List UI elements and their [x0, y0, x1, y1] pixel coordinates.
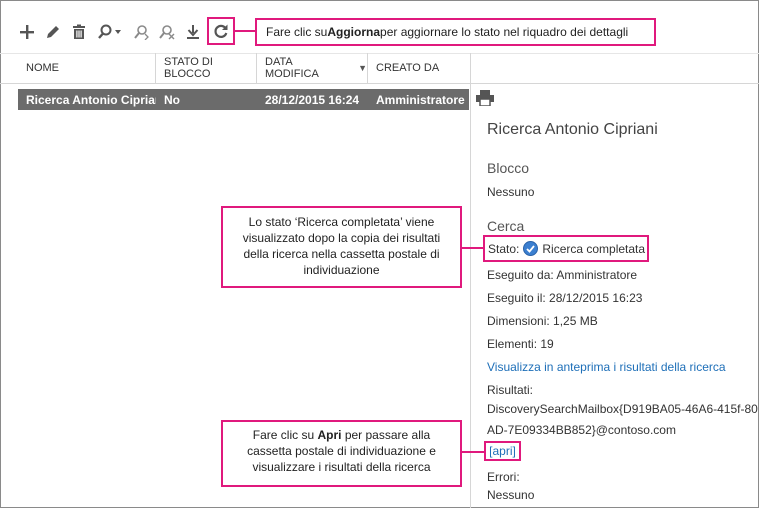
run-on: Eseguito il: 28/12/2015 16:23 — [487, 291, 643, 305]
errors-value: Nessuno — [487, 488, 535, 502]
sort-desc-icon: ▼ — [358, 63, 367, 73]
details-title: Ricerca Antonio Cipriani — [487, 121, 658, 138]
search-section-heading: Cerca — [487, 218, 525, 234]
column-header-name[interactable]: NOME — [18, 53, 156, 83]
cell-modified: 28/12/2015 16:24 — [265, 92, 360, 107]
run-by: Eseguito da: Amministratore — [487, 268, 638, 282]
callout-text: per aggiornare lo stato nel riquadro dei… — [380, 25, 629, 39]
items-count: Elementi: 19 — [487, 337, 554, 351]
status-label: Stato: — [488, 241, 520, 256]
preview-results-link[interactable]: Visualizza in anteprima i risultati dell… — [487, 360, 726, 374]
column-header-hold-status[interactable]: STATO DI BLOCCO — [156, 53, 257, 83]
results-mailbox-line2: AD-7E09334BB852}@contoso.com — [487, 423, 676, 437]
toolbar — [14, 18, 206, 46]
cell-name: Ricerca Antonio Cipriani — [26, 92, 156, 107]
pane-divider — [470, 53, 471, 508]
callout-connector — [462, 247, 483, 249]
results-label: Risultati: — [487, 383, 534, 397]
check-icon — [523, 241, 539, 256]
table-row[interactable]: Ricerca Antonio Cipriani No 28/12/2015 1… — [18, 89, 469, 110]
estimate-icon[interactable] — [128, 18, 154, 46]
cell-hold: No — [164, 92, 180, 107]
refresh-button[interactable] — [207, 17, 235, 45]
refresh-icon — [214, 24, 228, 38]
column-header-created-by[interactable]: CREATO DA — [368, 53, 470, 83]
edit-icon[interactable] — [40, 18, 66, 46]
add-icon[interactable] — [14, 18, 40, 46]
hold-value: Nessuno — [487, 185, 535, 199]
refresh-callout: Fare clic su Aggiorna per aggiornare lo … — [255, 18, 656, 46]
cell-created-by: Amministratore — [376, 92, 465, 107]
column-header-modified[interactable]: DATA MODIFICA ▼ — [257, 53, 368, 83]
divider — [0, 83, 759, 84]
open-link[interactable]: [apri] — [484, 441, 521, 461]
size: Dimensioni: 1,25 MB — [487, 314, 598, 328]
errors-label: Errori: — [487, 470, 520, 484]
callout-connector — [462, 451, 484, 453]
hold-section-heading: Blocco — [487, 160, 530, 176]
stop-search-icon[interactable] — [154, 18, 180, 46]
results-mailbox-line1: DiscoverySearchMailbox{D919BA05-46A6-415… — [487, 402, 758, 416]
callout-bold-text: Aggiorna — [327, 25, 381, 39]
status-value: Ricerca completata — [542, 241, 646, 256]
status-callout: Lo stato ‘Ricerca completata’ viene visu… — [221, 206, 462, 288]
callout-text: Fare clic su — [266, 25, 328, 39]
callout-text: Fare clic su — [252, 428, 318, 442]
delete-icon[interactable] — [66, 18, 92, 46]
table-header: NOME STATO DI BLOCCO DATA MODIFICA ▼ CREA… — [18, 53, 470, 83]
open-callout: Fare clic su Apri per passare alla casse… — [221, 420, 462, 487]
printer-icon[interactable] — [476, 90, 494, 107]
callout-bold-text: Apri — [317, 428, 342, 442]
status-field: Stato: Ricerca completata — [483, 235, 649, 262]
callout-connector — [235, 30, 255, 32]
search-dropdown-button[interactable] — [92, 18, 128, 46]
export-icon[interactable] — [180, 18, 206, 46]
